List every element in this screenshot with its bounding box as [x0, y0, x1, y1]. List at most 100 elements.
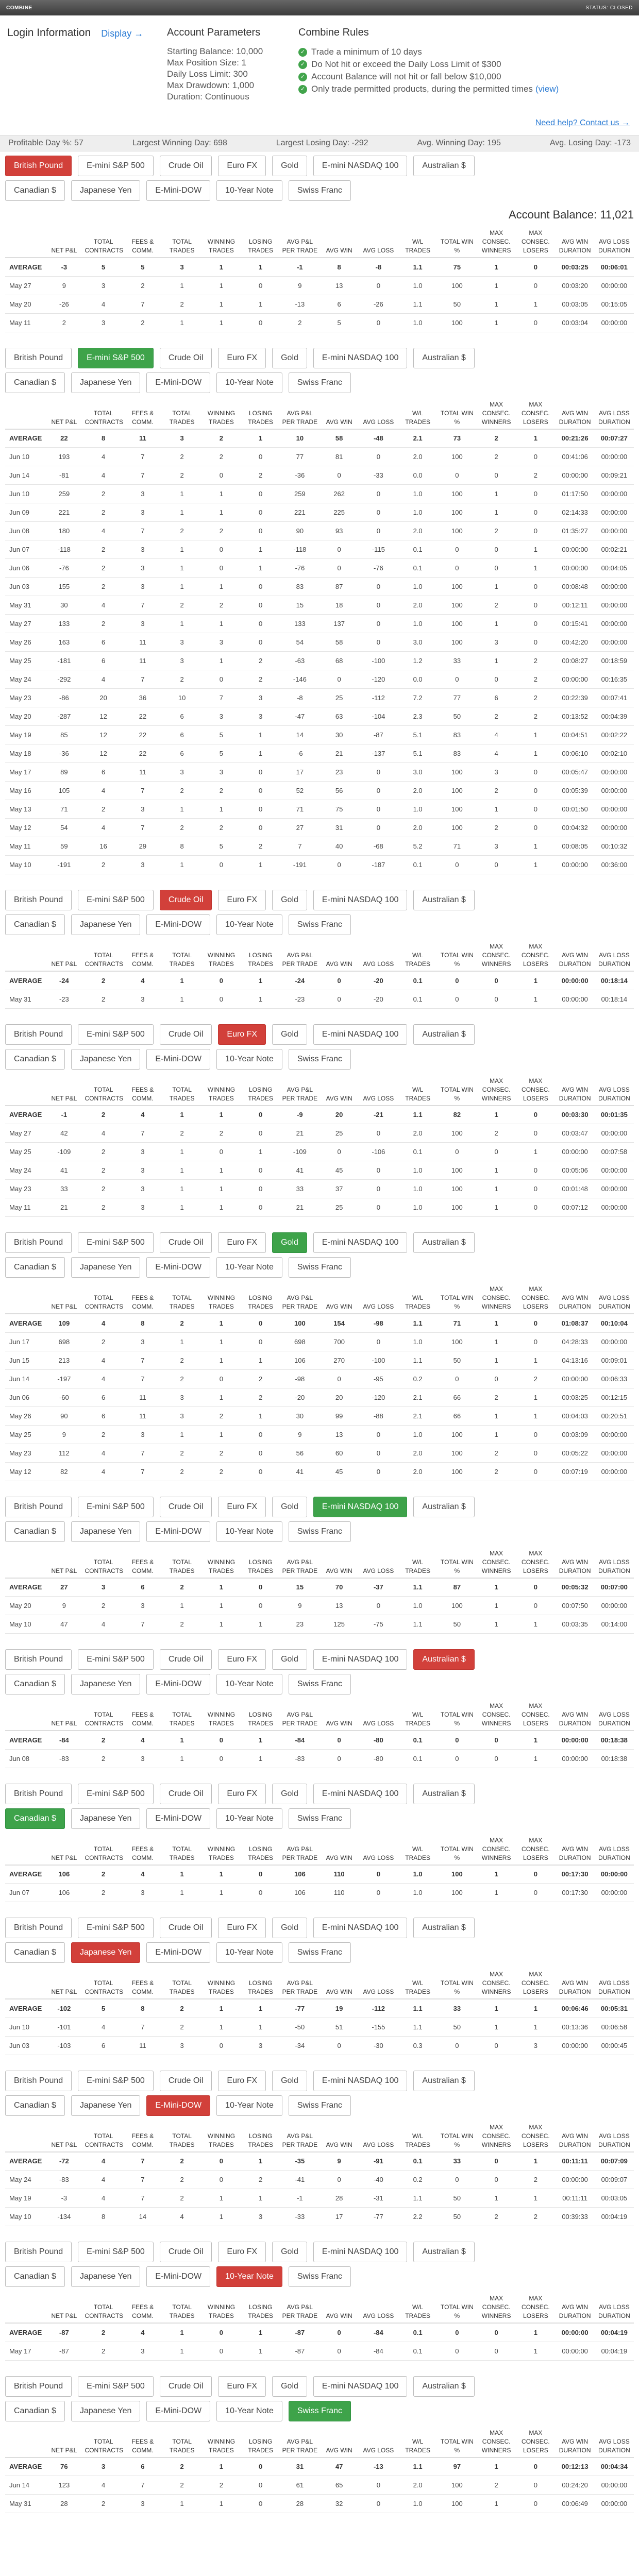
tab-swiss-franc[interactable]: Swiss Franc: [288, 2266, 351, 2287]
tab-10-year-note[interactable]: 10-Year Note: [216, 2266, 282, 2287]
tab-british-pound[interactable]: British Pound: [5, 2070, 72, 2091]
tab-british-pound[interactable]: British Pound: [5, 1232, 72, 1253]
tab-10-year-note[interactable]: 10-Year Note: [216, 1808, 282, 1829]
tab-e-mini-s-p-500[interactable]: E-mini S&P 500: [78, 1918, 154, 1938]
rules-view-link[interactable]: (view): [535, 83, 559, 95]
tab-gold[interactable]: Gold: [272, 1918, 307, 1938]
tab-australian[interactable]: Australian $: [413, 2242, 475, 2262]
tab-e-mini-s-p-500[interactable]: E-mini S&P 500: [78, 1496, 154, 1517]
tab-japanese-yen[interactable]: Japanese Yen: [71, 1808, 141, 1829]
tab-australian[interactable]: Australian $: [413, 890, 475, 910]
tab-australian[interactable]: Australian $: [413, 2376, 475, 2397]
tab-e-mini-dow[interactable]: E-Mini-DOW: [146, 180, 211, 201]
tab-japanese-yen[interactable]: Japanese Yen: [71, 2095, 141, 2116]
tab-e-mini-nasdaq-100[interactable]: E-mini NASDAQ 100: [313, 1783, 408, 1804]
tab-euro-fx[interactable]: Euro FX: [218, 2242, 266, 2262]
tab-australian[interactable]: Australian $: [413, 156, 475, 176]
tab-british-pound[interactable]: British Pound: [5, 2242, 72, 2262]
tab-japanese-yen[interactable]: Japanese Yen: [71, 914, 141, 935]
tab-e-mini-nasdaq-100[interactable]: E-mini NASDAQ 100: [313, 890, 408, 910]
tab-swiss-franc[interactable]: Swiss Franc: [288, 1257, 351, 1278]
tab-euro-fx[interactable]: Euro FX: [218, 1783, 266, 1804]
tab-crude-oil[interactable]: Crude Oil: [159, 2242, 212, 2262]
tab-british-pound[interactable]: British Pound: [5, 2376, 72, 2397]
tab-canadian[interactable]: Canadian $: [5, 1048, 65, 1070]
tab-canadian[interactable]: Canadian $: [5, 1942, 65, 1963]
tab-crude-oil[interactable]: Crude Oil: [159, 1496, 212, 1517]
display-link[interactable]: Display →: [101, 28, 143, 39]
tab-10-year-note[interactable]: 10-Year Note: [216, 1048, 282, 1070]
tab-australian[interactable]: Australian $: [413, 1232, 475, 1253]
tab-e-mini-s-p-500[interactable]: E-mini S&P 500: [78, 2242, 154, 2262]
tab-gold[interactable]: Gold: [272, 1024, 307, 1045]
tab-british-pound[interactable]: British Pound: [5, 1024, 72, 1045]
tab-e-mini-s-p-500[interactable]: E-mini S&P 500: [78, 2376, 154, 2397]
tab-canadian[interactable]: Canadian $: [5, 2095, 65, 2116]
tab-canadian[interactable]: Canadian $: [5, 914, 65, 935]
tab-swiss-franc[interactable]: Swiss Franc: [288, 1674, 351, 1694]
tab-e-mini-s-p-500[interactable]: E-mini S&P 500: [78, 1024, 154, 1045]
tab-euro-fx[interactable]: Euro FX: [218, 1918, 266, 1938]
tab-euro-fx[interactable]: Euro FX: [218, 156, 266, 176]
tab-crude-oil[interactable]: Crude Oil: [159, 1783, 212, 1804]
tab-canadian[interactable]: Canadian $: [5, 2266, 65, 2287]
tab-crude-oil[interactable]: Crude Oil: [159, 2376, 212, 2397]
tab-australian[interactable]: Australian $: [413, 1918, 475, 1938]
tab-australian[interactable]: Australian $: [413, 1496, 475, 1517]
tab-e-mini-nasdaq-100[interactable]: E-mini NASDAQ 100: [313, 1649, 408, 1670]
tab-crude-oil[interactable]: Crude Oil: [159, 156, 212, 176]
tab-swiss-franc[interactable]: Swiss Franc: [288, 914, 351, 935]
tab-japanese-yen[interactable]: Japanese Yen: [71, 2400, 141, 2421]
tab-swiss-franc[interactable]: Swiss Franc: [288, 1521, 351, 1542]
tab-10-year-note[interactable]: 10-Year Note: [216, 1257, 282, 1278]
tab-crude-oil[interactable]: Crude Oil: [159, 1649, 212, 1670]
tab-australian[interactable]: Australian $: [413, 1783, 475, 1804]
tab-10-year-note[interactable]: 10-Year Note: [216, 1521, 282, 1542]
tab-e-mini-dow[interactable]: E-Mini-DOW: [146, 1257, 211, 1278]
tab-e-mini-nasdaq-100[interactable]: E-mini NASDAQ 100: [313, 2376, 408, 2397]
tab-japanese-yen[interactable]: Japanese Yen: [71, 1942, 141, 1963]
tab-e-mini-nasdaq-100[interactable]: E-mini NASDAQ 100: [313, 347, 408, 368]
tab-euro-fx[interactable]: Euro FX: [218, 2376, 266, 2397]
tab-british-pound[interactable]: British Pound: [5, 1649, 72, 1670]
tab-e-mini-s-p-500[interactable]: E-mini S&P 500: [78, 1783, 154, 1804]
tab-e-mini-dow[interactable]: E-Mini-DOW: [146, 372, 211, 393]
tab-swiss-franc[interactable]: Swiss Franc: [288, 180, 351, 201]
tab-british-pound[interactable]: British Pound: [5, 1783, 72, 1804]
tab-euro-fx[interactable]: Euro FX: [218, 1496, 266, 1517]
tab-gold[interactable]: Gold: [272, 2070, 307, 2091]
tab-gold[interactable]: Gold: [272, 2376, 307, 2397]
tab-japanese-yen[interactable]: Japanese Yen: [71, 1048, 141, 1070]
tab-swiss-franc[interactable]: Swiss Franc: [288, 1808, 351, 1829]
tab-e-mini-s-p-500[interactable]: E-mini S&P 500: [78, 890, 154, 910]
tab-euro-fx[interactable]: Euro FX: [218, 1024, 266, 1045]
tab-australian[interactable]: Australian $: [413, 2070, 475, 2091]
tab-e-mini-dow[interactable]: E-Mini-DOW: [146, 914, 211, 935]
tab-japanese-yen[interactable]: Japanese Yen: [71, 180, 141, 201]
tab-gold[interactable]: Gold: [272, 1649, 307, 1670]
tab-crude-oil[interactable]: Crude Oil: [159, 890, 212, 910]
tab-e-mini-s-p-500[interactable]: E-mini S&P 500: [78, 2070, 154, 2091]
tab-crude-oil[interactable]: Crude Oil: [159, 347, 212, 368]
tab-gold[interactable]: Gold: [272, 1496, 307, 1517]
tab-australian[interactable]: Australian $: [413, 347, 475, 368]
tab-canadian[interactable]: Canadian $: [5, 2400, 65, 2421]
tab-japanese-yen[interactable]: Japanese Yen: [71, 1521, 141, 1542]
tab-gold[interactable]: Gold: [272, 890, 307, 910]
tab-euro-fx[interactable]: Euro FX: [218, 1649, 266, 1670]
tab-e-mini-nasdaq-100[interactable]: E-mini NASDAQ 100: [313, 2242, 408, 2262]
tab-crude-oil[interactable]: Crude Oil: [159, 2070, 212, 2091]
tab-canadian[interactable]: Canadian $: [5, 372, 65, 393]
tab-japanese-yen[interactable]: Japanese Yen: [71, 2266, 141, 2287]
tab-euro-fx[interactable]: Euro FX: [218, 1232, 266, 1253]
tab-crude-oil[interactable]: Crude Oil: [159, 1232, 212, 1253]
tab-gold[interactable]: Gold: [272, 2242, 307, 2262]
tab-e-mini-dow[interactable]: E-Mini-DOW: [146, 1942, 211, 1963]
tab-gold[interactable]: Gold: [272, 156, 307, 176]
tab-e-mini-dow[interactable]: E-Mini-DOW: [146, 1521, 211, 1542]
tab-e-mini-s-p-500[interactable]: E-mini S&P 500: [78, 1232, 154, 1253]
tab-e-mini-nasdaq-100[interactable]: E-mini NASDAQ 100: [313, 1024, 408, 1045]
tab-e-mini-dow[interactable]: E-Mini-DOW: [146, 1048, 211, 1070]
tab-british-pound[interactable]: British Pound: [5, 1496, 72, 1517]
tab-gold[interactable]: Gold: [272, 1232, 307, 1253]
